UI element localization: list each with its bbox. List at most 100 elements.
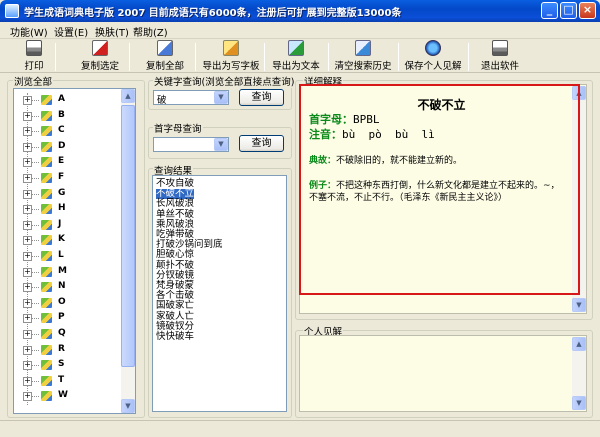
tree-item-label: R [58, 343, 65, 354]
scroll-down-icon[interactable]: ▼ [572, 396, 586, 410]
tree-item[interactable]: + C [14, 124, 124, 139]
tree-item[interactable]: + A [14, 93, 124, 108]
results-list[interactable]: 不攻自破 不破不立 长风破浪 单丝不破 乘风破浪 吃弹带破 打破沙锅问到底 胆破心惊 颠扑不破分… [152, 175, 287, 412]
scroll-up-icon[interactable]: ▲ [572, 337, 586, 351]
minimize-icon[interactable]: _ [541, 2, 558, 19]
menu-help[interactable]: 帮助(Z) [133, 24, 168, 39]
opinion-scrollbar[interactable]: ▲ ▼ [572, 337, 586, 410]
tree-item[interactable]: + O [14, 296, 124, 311]
folder-icon [41, 360, 52, 371]
tree-item-label: P [58, 312, 65, 323]
tree-item[interactable]: + J [14, 218, 124, 233]
origin-label: 典故： [309, 156, 337, 166]
window-title: 学生成语词典电子版 2007 目前成语只有6000条，注册后可扩展到完整版130… [24, 8, 402, 19]
clear-history-icon [355, 40, 371, 56]
folder-icon [41, 188, 52, 199]
list-item[interactable]: 胆破心惊 [156, 250, 194, 260]
clear-history-button[interactable]: 清空搜索历史 [332, 40, 394, 72]
printer-icon [26, 40, 42, 56]
opinion-textarea[interactable]: ▲ ▼ [299, 335, 587, 412]
tree-item[interactable]: + H [14, 202, 124, 217]
folder-icon [41, 141, 52, 152]
keyword-label: 关键字查询(浏览全部直接点查询) [153, 74, 296, 88]
scroll-down-icon[interactable]: ▼ [572, 298, 586, 312]
highlight-box: 不破不立 首字母：BPBL 注音：bù pò bù lì 典故：不破除旧的，就不… [299, 84, 580, 295]
browse-tree[interactable]: + A + B + C + D + E + F + G + H + J + K + L + M + N + O + P + Q + R + S + T + W [13, 88, 136, 414]
keyword-combo[interactable]: 破 ▼ [153, 90, 229, 106]
toolbar: 打印 复制选定 复制全部 导出为写字板 导出为文本 清空搜索历史 保存个人见解 … [0, 39, 600, 73]
tree-item[interactable]: + Q [14, 327, 124, 342]
save-opinion-button[interactable]: 保存个人见解 [402, 40, 464, 72]
tree-item-label: F [58, 172, 65, 182]
tree-item[interactable]: + E [14, 155, 124, 170]
folder-icon [41, 329, 52, 339]
browse-label: 浏览全部 [13, 74, 54, 88]
scroll-up-icon[interactable]: ▲ [121, 89, 135, 103]
tree-item[interactable]: + M [14, 265, 124, 280]
folder-icon [41, 266, 52, 277]
tree-item-label: J [58, 218, 62, 229]
copy-all-button[interactable]: 复制全部 [143, 40, 187, 72]
initial-combo[interactable]: ▼ [153, 137, 229, 152]
tree-item-label: M [58, 265, 67, 276]
scroll-thumb[interactable] [121, 105, 135, 367]
tree-item[interactable]: + W [14, 389, 124, 404]
tree-item[interactable]: + N [14, 280, 124, 295]
tree-item[interactable]: + F [14, 171, 124, 186]
tree-item[interactable]: + L [14, 249, 124, 264]
scroll-down-icon[interactable]: ▼ [121, 399, 135, 413]
tree-item-label: T [58, 374, 65, 385]
maximize-icon[interactable]: □ [560, 2, 577, 19]
tree-item-label: W [58, 390, 68, 401]
keyword-search-button[interactable]: 查询 [239, 89, 284, 106]
export-writer-button[interactable]: 导出为写字板 [202, 40, 260, 72]
exit-button[interactable]: 退出软件 [478, 40, 522, 72]
initials-value: BPBL [353, 113, 380, 126]
list-item[interactable]: 长风破浪 [156, 199, 194, 209]
tree-item[interactable]: + B [14, 109, 124, 124]
chevron-down-icon[interactable]: ▼ [214, 138, 228, 151]
folder-icon [41, 282, 52, 293]
folder-icon [41, 173, 52, 183]
tree-item-label: G [58, 187, 66, 198]
tree-item-label: E [58, 156, 65, 167]
pinyin-value: bù pò bù lì [342, 128, 435, 141]
tree-item[interactable]: + T [14, 374, 124, 389]
pinyin-row: 注音：bù pò bù lì [309, 126, 435, 142]
example-line2: 不塞不流，不止不行。（毛泽东《新民主主义论》） [309, 193, 508, 203]
initial-search-button[interactable]: 查询 [239, 135, 284, 152]
list-item[interactable]: 快快破车 [156, 332, 194, 342]
browse-scrollbar[interactable]: ▲ ▼ [121, 89, 135, 413]
tree-item[interactable]: + S [14, 358, 124, 373]
folder-icon [41, 375, 52, 386]
tree-item[interactable]: + K [14, 233, 124, 248]
print-button[interactable]: 打印 [18, 40, 50, 72]
tree-item[interactable]: + R [14, 343, 124, 358]
copy-selected-button[interactable]: 复制选定 [78, 40, 122, 72]
menu-settings[interactable]: 设置(E) [54, 24, 88, 39]
folder-icon [41, 219, 52, 230]
list-item[interactable]: 国破家亡 [156, 301, 194, 311]
tree-item-label: C [58, 125, 65, 136]
keyword-value: 破 [157, 95, 167, 106]
title-bar: 学生成语词典电子版 2007 目前成语只有6000条，注册后可扩展到完整版130… [0, 0, 600, 22]
status-bar [0, 420, 600, 437]
tree-item-label: B [58, 109, 65, 120]
close-icon[interactable]: × [579, 2, 596, 19]
tree-item-label: A [58, 94, 65, 104]
chevron-down-icon[interactable]: ▼ [214, 91, 228, 104]
menu-bar: 功能(W) 设置(E) 换肤(T) 帮助(Z) [0, 22, 600, 39]
initials-row: 首字母：BPBL [309, 111, 380, 127]
tree-item[interactable]: + D [14, 140, 124, 155]
tree-item[interactable]: + P [14, 311, 124, 326]
export-text-button[interactable]: 导出为文本 [268, 40, 324, 72]
tree-item[interactable]: + G [14, 187, 124, 202]
menu-skin[interactable]: 换肤(T) [95, 24, 129, 39]
menu-function[interactable]: 功能(W) [10, 24, 48, 39]
copy-all-icon [157, 40, 173, 56]
folder-icon [41, 251, 52, 261]
initial-label: 首字母查询 [153, 121, 203, 135]
folder-icon [41, 204, 52, 215]
exit-icon [492, 40, 508, 56]
export-text-icon [288, 40, 304, 56]
